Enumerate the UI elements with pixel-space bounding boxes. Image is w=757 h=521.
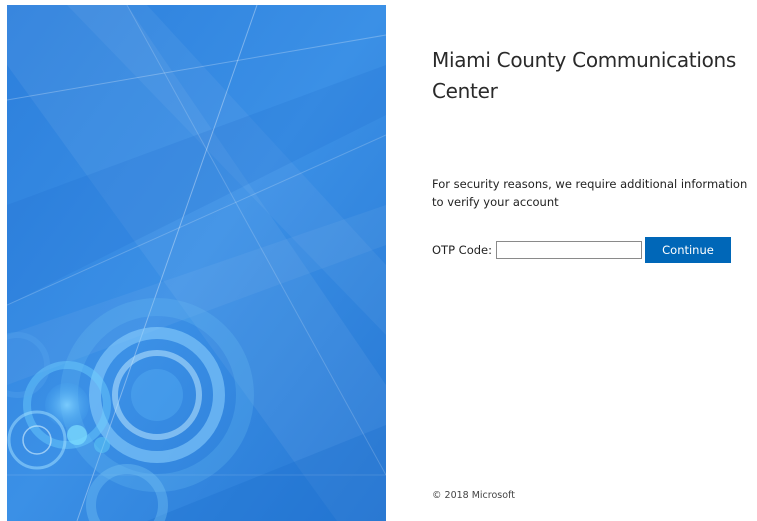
login-page: Miami County Communications Center For s… — [0, 0, 757, 521]
security-message: For security reasons, we require additio… — [432, 177, 748, 209]
otp-form: OTP Code: Continue — [432, 237, 731, 263]
otp-code-input[interactable] — [495, 241, 642, 259]
continue-button[interactable]: Continue — [644, 237, 731, 263]
otp-label: OTP Code: — [432, 243, 492, 257]
background-illustration — [7, 5, 386, 521]
organization-title: Miami County Communications Center — [432, 48, 737, 103]
copyright-footer: © 2018 Microsoft — [432, 490, 515, 501]
abstract-light-rays-graphic — [7, 5, 386, 521]
signin-panel: Miami County Communications Center For s… — [432, 0, 757, 521]
